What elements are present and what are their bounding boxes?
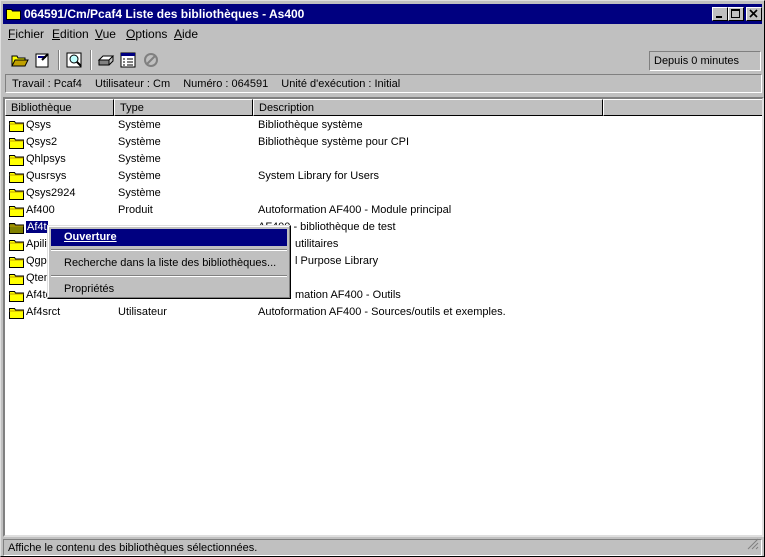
library-name: Af400 [26, 204, 55, 216]
menu-item-recherche[interactable]: Recherche dans la liste des bibliothèque… [51, 255, 287, 272]
library-name: Af4srct [26, 306, 61, 318]
folder-icon [9, 204, 24, 220]
refresh-status: Depuis 0 minutes [649, 51, 761, 71]
column-header-empty [603, 99, 762, 116]
menu-vue[interactable]: Vue [95, 27, 116, 41]
library-type: Système [118, 187, 161, 199]
folder-icon [9, 170, 24, 186]
menu-fichier[interactable]: Fichier [8, 27, 44, 41]
library-description: Autoformation AF400 - Module principal [258, 204, 452, 216]
library-name: Qsys2924 [26, 187, 76, 199]
folder-icon [9, 238, 24, 254]
column-headers: Bibliothèque Type Description [5, 99, 762, 116]
list-view-icon[interactable] [118, 50, 138, 70]
status-bar: Affiche le contenu des bibliothèques sél… [3, 538, 762, 556]
library-name: Qsys [26, 119, 52, 131]
column-header-bibliotheque[interactable]: Bibliothèque [5, 99, 114, 116]
table-row[interactable]: Qusrsys Système System Library for Users [5, 168, 762, 185]
menu-bar: Fichier Edition Vue Options Aide [3, 25, 762, 43]
library-description: Bibliothèque système [258, 119, 363, 131]
library-description: System Library for Users [258, 170, 380, 182]
folder-icon [6, 7, 21, 23]
toolbar-separator [90, 50, 92, 70]
table-row[interactable]: Qhlpsys Système [5, 151, 762, 168]
folder-selected-icon [9, 221, 24, 237]
folder-icon [9, 272, 24, 288]
column-header-description[interactable]: Description [253, 99, 603, 116]
folder-icon [9, 306, 24, 322]
table-row[interactable]: Qsys Système Bibliothèque système [5, 117, 762, 134]
folder-icon [9, 289, 24, 305]
menu-aide[interactable]: Aide [174, 27, 198, 41]
library-description: l Purpose Library [295, 255, 379, 267]
library-name: Qhlpsys [26, 153, 66, 165]
column-header-type[interactable]: Type [114, 99, 253, 116]
table-row[interactable]: Qsys2924 Système [5, 185, 762, 202]
library-name: Qsys2 [26, 136, 58, 148]
status-text: Affiche le contenu des bibliothèques sél… [8, 542, 258, 554]
menu-options-label: ptions [135, 27, 168, 41]
folder-icon [9, 136, 24, 152]
folder-icon [9, 119, 24, 135]
properties-icon[interactable] [33, 50, 53, 70]
menu-item-ouverture-label: Ouverture [64, 231, 117, 243]
library-description: Bibliothèque système pour CPI [258, 136, 410, 148]
library-type: Système [118, 136, 161, 148]
folder-icon [9, 187, 24, 203]
library-name: Qgpl [26, 255, 50, 267]
menu-separator [51, 275, 287, 277]
library-type: Système [118, 119, 161, 131]
title-bar[interactable]: 064591/Cm/Pcaf4 Liste des bibliothèques … [3, 4, 762, 24]
open-folder-icon[interactable] [10, 50, 30, 70]
job-utilisateur: Utilisateur : Cm [94, 78, 171, 90]
job-numero: Numéro : 064591 [183, 78, 269, 90]
minimize-button[interactable] [712, 7, 728, 21]
menu-fichier-label: ichier [15, 27, 45, 41]
library-type: Produit [118, 204, 153, 216]
menu-options[interactable]: Options [126, 27, 167, 41]
library-description: utilitaires [295, 238, 339, 250]
maximize-button[interactable] [728, 7, 744, 21]
stop-icon[interactable] [141, 50, 161, 70]
table-row[interactable]: Af4srct Utilisateur Autoformation AF400 - … [5, 304, 762, 321]
menu-aide-label: ide [182, 27, 199, 41]
resize-grip-icon[interactable] [747, 538, 759, 553]
print-icon[interactable] [96, 50, 116, 70]
menu-edition[interactable]: Edition [52, 27, 89, 41]
library-type: Système [118, 153, 161, 165]
folder-icon [9, 153, 24, 169]
library-description: Autoformation AF400 - Sources/outils et … [258, 306, 506, 318]
library-description: mation AF400 - Outils [295, 289, 401, 301]
context-menu: Ouverture Recherche dans la liste des bi… [47, 225, 291, 299]
window-title: 064591/Cm/Pcaf4 Liste des bibliothèques … [24, 7, 305, 21]
menu-vue-label: ue [102, 27, 116, 41]
folder-icon [9, 255, 24, 271]
library-list[interactable]: Bibliothèque Type Description Qsys Systèm… [3, 97, 764, 537]
job-unite: Unité d'exécution : Initial [281, 78, 401, 90]
library-name: Qusrsys [26, 170, 67, 182]
close-button[interactable] [746, 7, 762, 21]
job-travail: Travail : Pcaf4 [12, 78, 82, 90]
table-row[interactable]: Qsys2 Système Bibliothèque système pour CP… [5, 134, 762, 151]
library-name: Af4t [25, 220, 49, 234]
menu-edition-label: dition [60, 27, 89, 41]
toolbar-separator [58, 50, 60, 70]
job-info-bar: Travail : Pcaf4 Utilisateur : Cm Numéro … [5, 74, 762, 93]
menu-item-proprietes[interactable]: Propriétés [51, 281, 287, 298]
library-type: Utilisateur [118, 306, 167, 318]
menu-separator [51, 249, 287, 251]
library-type: Système [118, 170, 161, 182]
menu-item-ouverture[interactable]: Ouverture [51, 229, 287, 246]
app-window: 064591/Cm/Pcaf4 Liste des bibliothèques … [0, 0, 765, 557]
find-icon[interactable] [65, 50, 85, 70]
table-row[interactable]: Af400 Produit Autoformation AF400 - Module… [5, 202, 762, 219]
